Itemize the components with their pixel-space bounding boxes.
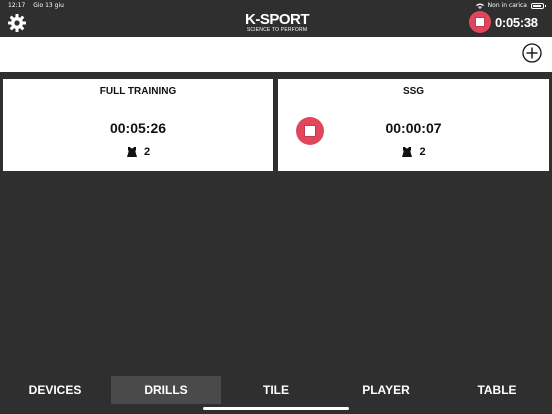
vest-icon bbox=[126, 146, 138, 158]
drill-card[interactable]: SSG 00:00:07 2 bbox=[278, 79, 549, 171]
logo-main-text: K-SPORT bbox=[245, 11, 310, 28]
status-time: 12:17 bbox=[8, 2, 26, 9]
home-indicator[interactable] bbox=[203, 407, 349, 410]
tab-devices[interactable]: DEVICES bbox=[0, 376, 110, 404]
drill-card[interactable]: FULL TRAINING 00:05:26 2 bbox=[3, 79, 273, 171]
drill-time: 00:00:07 bbox=[385, 120, 442, 136]
tab-table[interactable]: TABLE bbox=[442, 376, 552, 404]
wifi-icon bbox=[475, 3, 484, 9]
drill-title: FULL TRAINING bbox=[99, 86, 177, 97]
drill-players: 2 bbox=[278, 146, 549, 158]
drill-players: 2 bbox=[3, 146, 273, 158]
vest-icon bbox=[401, 146, 413, 158]
drill-title: SSG bbox=[402, 86, 425, 97]
app-screen: 12:17 Gio 13 giu Non in carica K-SPORT S… bbox=[0, 0, 552, 414]
logo-tagline: SCIENCE TO PERFORM bbox=[246, 27, 308, 33]
battery-status-text: Non in carica bbox=[487, 2, 527, 9]
k-sport-logo: K-SPORT SCIENCE TO PERFORM bbox=[243, 12, 311, 33]
tab-tile[interactable]: TILE bbox=[221, 376, 331, 404]
drills-toolbar bbox=[0, 37, 552, 72]
tab-player[interactable]: PLAYER bbox=[331, 376, 441, 404]
app-header: K-SPORT SCIENCE TO PERFORM 0:05:38 bbox=[0, 11, 552, 37]
session-timer: 0:05:38 bbox=[495, 15, 538, 30]
gear-icon[interactable] bbox=[7, 13, 27, 33]
status-date: Gio 13 giu bbox=[33, 2, 64, 9]
battery-icon bbox=[531, 2, 546, 9]
status-left: 12:17 Gio 13 giu bbox=[8, 0, 64, 11]
drill-player-count: 2 bbox=[143, 146, 151, 158]
drill-time: 00:05:26 bbox=[109, 120, 167, 136]
bottom-tab-bar: DEVICES DRILLS TILE PLAYER TABLE bbox=[0, 376, 552, 404]
status-bar: 12:17 Gio 13 giu Non in carica bbox=[0, 0, 552, 11]
plus-circle-icon bbox=[522, 43, 542, 63]
drill-player-count: 2 bbox=[419, 146, 426, 158]
tab-drills[interactable]: DRILLS bbox=[111, 376, 221, 404]
session-stop-button[interactable] bbox=[469, 11, 491, 33]
add-drill-button[interactable] bbox=[522, 43, 542, 63]
status-right: Non in carica bbox=[475, 0, 546, 11]
